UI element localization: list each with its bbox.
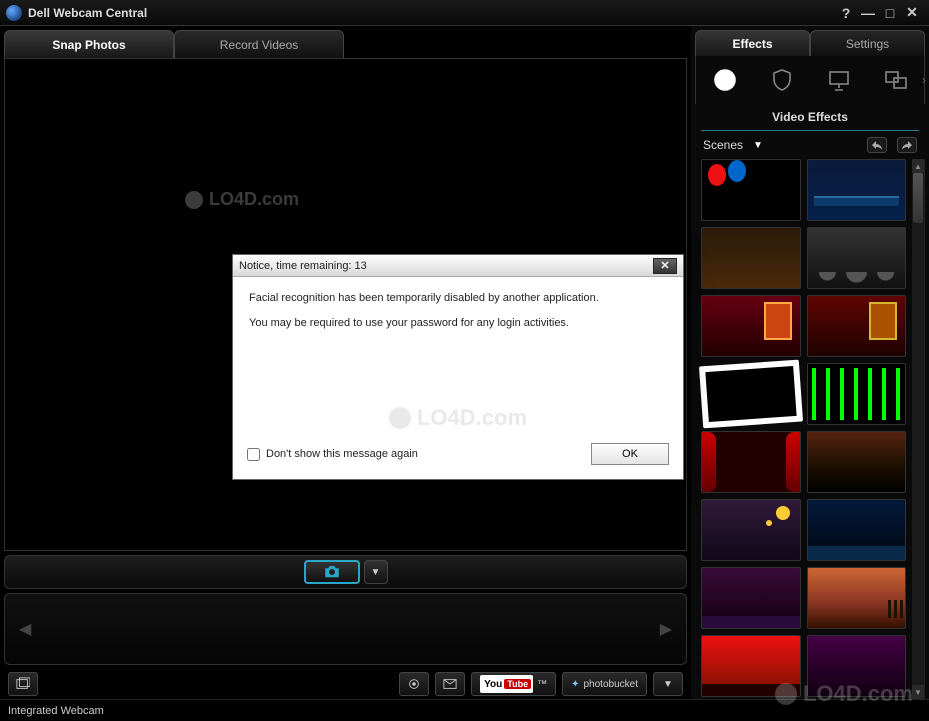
side-panel: Effects Settings › Video Effects Scenes …	[691, 26, 929, 699]
status-bar: Integrated Webcam	[0, 699, 929, 721]
dialog-titlebar: Notice, time remaining: 13 ✕	[233, 255, 683, 277]
notice-dialog: Notice, time remaining: 13 ✕ Facial reco…	[232, 254, 684, 480]
scene-magenta[interactable]	[807, 635, 907, 697]
windows-icon	[884, 68, 908, 92]
dialog-footer: Don't show this message again OK	[233, 437, 683, 479]
scene-gift[interactable]	[701, 295, 801, 357]
category-avatars[interactable]	[768, 66, 796, 94]
watermark: LO4D.com	[185, 189, 299, 210]
scene-photo-frame[interactable]	[699, 360, 803, 429]
dialog-body: Facial recognition has been temporarily …	[233, 277, 683, 437]
tab-snap-label: Snap Photos	[52, 38, 125, 52]
minimize-button[interactable]: —	[857, 5, 879, 21]
dont-show-checkbox[interactable]	[247, 448, 260, 461]
close-button[interactable]: ✕	[901, 4, 923, 21]
youtube-you: You	[484, 679, 502, 690]
share-more-dropdown[interactable]: ▼	[653, 672, 683, 696]
scene-clouds[interactable]	[807, 227, 907, 289]
scene-bridge[interactable]	[807, 159, 907, 221]
scene-moon[interactable]	[701, 499, 801, 561]
window-titlebar: Dell Webcam Central ? — □ ✕	[0, 0, 929, 26]
strip-next[interactable]: ▶	[660, 619, 672, 639]
camera-icon	[323, 565, 341, 579]
scene-desert[interactable]	[807, 567, 907, 629]
dialog-message-2: You may be required to use your password…	[249, 316, 667, 331]
undo-button[interactable]	[867, 137, 887, 153]
undo-icon	[871, 140, 883, 150]
presentation-icon	[827, 68, 851, 92]
window-title: Dell Webcam Central	[28, 6, 835, 20]
scene-sunset[interactable]	[807, 431, 907, 493]
ok-button[interactable]: OK	[591, 443, 669, 465]
capture-bar: ▼	[4, 555, 687, 589]
share-settings-button[interactable]	[399, 672, 429, 696]
dialog-close-button[interactable]: ✕	[653, 258, 677, 274]
tab-settings-label: Settings	[846, 37, 889, 51]
photobucket-label: photobucket	[584, 679, 639, 690]
share-bar: YouTube ™ ✦photobucket ▼	[4, 669, 687, 699]
gear-icon	[407, 677, 421, 691]
effect-thumbnails	[695, 159, 912, 699]
side-tabs: Effects Settings	[695, 30, 925, 56]
scene-curtain[interactable]	[701, 431, 801, 493]
scene-green-bars[interactable]	[807, 363, 907, 425]
scene-city-night[interactable]	[807, 499, 907, 561]
youtube-tube: Tube	[504, 679, 531, 689]
tab-settings[interactable]: Settings	[810, 30, 925, 56]
tab-snap-photos[interactable]: Snap Photos	[4, 30, 174, 58]
tab-effects-label: Effects	[732, 37, 772, 51]
tab-effects[interactable]: Effects	[695, 30, 810, 56]
scenes-dropdown[interactable]: ▼	[753, 140, 763, 151]
capture-button[interactable]	[304, 560, 360, 584]
share-generic-button[interactable]	[8, 672, 38, 696]
main-tabs: Snap Photos Record Videos	[4, 30, 687, 58]
thumbnail-strip: ◀ ▶	[4, 593, 687, 665]
category-scenes[interactable]	[882, 66, 910, 94]
panel-title: Video Effects	[701, 104, 919, 131]
youtube-tm: ™	[537, 679, 547, 690]
scene-balloons[interactable]	[701, 159, 801, 221]
watermark: LO4D.com	[389, 405, 527, 431]
shield-icon	[770, 68, 794, 92]
film-reel-icon	[713, 68, 737, 92]
scenes-header: Scenes ▼	[695, 131, 925, 159]
tab-record-videos[interactable]: Record Videos	[174, 30, 344, 58]
scroll-thumb[interactable]	[913, 173, 923, 223]
dont-show-again[interactable]: Don't show this message again	[247, 448, 583, 461]
scene-concert[interactable]	[701, 227, 801, 289]
status-text: Integrated Webcam	[8, 705, 104, 717]
tab-record-label: Record Videos	[220, 38, 299, 52]
scroll-down[interactable]: ▼	[912, 685, 924, 699]
capture-mode-dropdown[interactable]: ▼	[364, 560, 388, 584]
dialog-message-1: Facial recognition has been temporarily …	[249, 291, 667, 306]
category-video-effects[interactable]	[711, 66, 739, 94]
strip-prev[interactable]: ◀	[19, 619, 31, 639]
share-email-button[interactable]	[435, 672, 465, 696]
share-icon	[16, 677, 30, 691]
redo-icon	[901, 140, 913, 150]
share-youtube-button[interactable]: YouTube ™	[471, 672, 556, 696]
scenes-label: Scenes	[703, 138, 743, 152]
share-photobucket-button[interactable]: ✦photobucket	[562, 672, 647, 696]
scroll-track[interactable]	[912, 173, 924, 685]
help-button[interactable]: ?	[835, 5, 857, 21]
thumbnails-scrollbar[interactable]: ▲ ▼	[912, 159, 924, 699]
maximize-button[interactable]: □	[879, 5, 901, 21]
scene-purple[interactable]	[701, 567, 801, 629]
scroll-up[interactable]: ▲	[912, 159, 924, 173]
category-frames[interactable]	[825, 66, 853, 94]
app-icon	[6, 5, 22, 21]
redo-button[interactable]	[897, 137, 917, 153]
dialog-title: Notice, time remaining: 13	[239, 260, 653, 272]
scene-red-skyline[interactable]	[701, 635, 801, 697]
scene-gift-alt[interactable]	[807, 295, 907, 357]
effect-categories: ›	[695, 56, 925, 104]
envelope-icon	[443, 677, 457, 691]
categories-more[interactable]: ›	[922, 73, 926, 87]
dont-show-label: Don't show this message again	[266, 448, 418, 460]
